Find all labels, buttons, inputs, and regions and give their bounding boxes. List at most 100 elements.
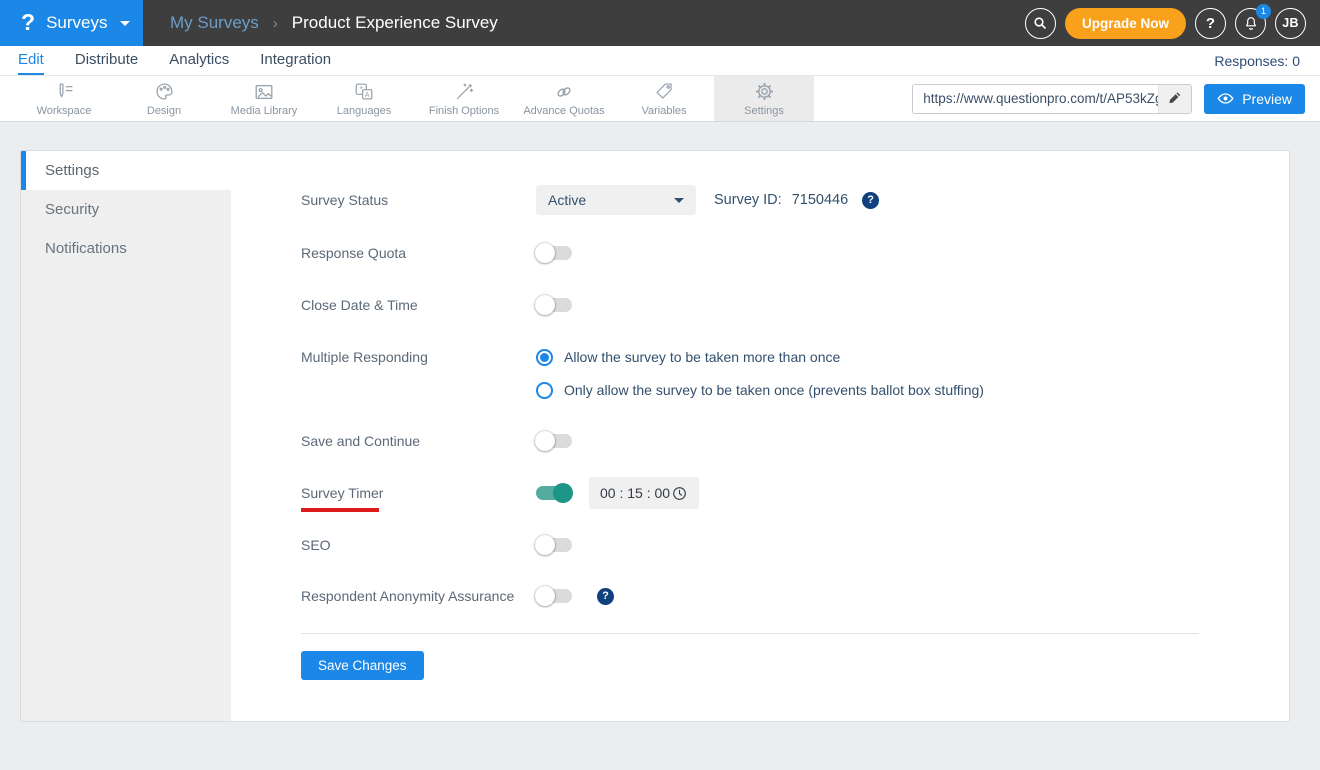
notification-badge: 1 <box>1256 3 1271 19</box>
response-quota-toggle[interactable] <box>535 243 572 263</box>
radio-selected-icon[interactable] <box>536 348 553 366</box>
respondent-anonymity-help-icon[interactable]: ? <box>597 587 614 605</box>
toggle-knob <box>535 243 555 263</box>
settings-content: Survey Status Active Survey ID: 7150446 … <box>231 151 1289 721</box>
toggle-knob <box>553 483 573 503</box>
survey-id-label: Survey ID: <box>714 192 782 208</box>
survey-timer-input[interactable]: 00 : 15 : 00 <box>589 477 699 509</box>
upgrade-now-button[interactable]: Upgrade Now <box>1064 7 1186 39</box>
survey-status-value: Active <box>548 192 587 208</box>
save-changes-button[interactable]: Save Changes <box>301 651 424 680</box>
survey-id-help-icon[interactable]: ? <box>862 191 880 209</box>
image-icon <box>253 81 275 103</box>
toolbar-item-design[interactable]: Design <box>114 76 214 121</box>
row-seo: SEO <box>301 530 572 560</box>
edit-url-button[interactable] <box>1158 84 1192 113</box>
survey-timer-toggle[interactable] <box>536 483 573 503</box>
seo-toggle[interactable] <box>535 535 572 555</box>
toolbar-item-advance-quotas[interactable]: Advance Quotas <box>514 76 614 121</box>
tab-edit[interactable]: Edit <box>18 46 44 75</box>
toolbar-item-workspace[interactable]: Workspace <box>14 76 114 121</box>
seo-label: SEO <box>301 537 331 553</box>
avatar[interactable]: JB <box>1275 7 1306 39</box>
sidebar-item-notifications[interactable]: Notifications <box>21 229 231 268</box>
tab-analytics[interactable]: Analytics <box>169 46 229 75</box>
workspace-icon <box>54 81 75 103</box>
toggle-knob <box>535 535 555 555</box>
clock-icon <box>671 485 688 502</box>
app-name: Surveys <box>46 13 108 32</box>
toolbar-item-settings[interactable]: Settings <box>714 76 814 121</box>
breadcrumb: My Surveys › Product Experience Survey <box>170 13 498 33</box>
settings-panel: Settings Security Notifications Survey S… <box>20 150 1290 722</box>
toolbar-right: Preview <box>912 76 1320 121</box>
survey-timer-value: 00 : 15 : 00 <box>600 485 671 501</box>
toolbar-item-languages[interactable]: * A Languages <box>314 76 414 121</box>
sidebar-item-settings[interactable]: Settings <box>21 151 231 190</box>
tag-icon <box>654 81 675 103</box>
survey-status-select[interactable]: Active <box>536 185 696 215</box>
close-date-time-label: Close Date & Time <box>301 297 418 313</box>
settings-sidebar: Settings Security Notifications <box>21 151 231 721</box>
toolbar-item-finish-options[interactable]: Finish Options <box>414 76 514 121</box>
svg-text:A: A <box>365 91 370 98</box>
survey-nav-tabs: Edit Distribute Analytics Integration Re… <box>0 46 1320 75</box>
gear-icon <box>754 81 775 103</box>
preview-button[interactable]: Preview <box>1204 83 1305 114</box>
multiple-responding-label: Multiple Responding <box>301 349 428 365</box>
survey-status-label: Survey Status <box>301 192 389 208</box>
survey-timer-label: Survey Timer <box>301 485 384 501</box>
tab-integration[interactable]: Integration <box>260 46 331 75</box>
row-response-quota: Response Quota <box>301 238 572 268</box>
questionpro-logo-icon: ? <box>21 8 36 35</box>
toggle-knob <box>535 295 555 315</box>
toggle-knob <box>535 431 555 451</box>
edit-toolbar: Workspace Design Media Library * A Langua… <box>0 75 1320 122</box>
help-button[interactable]: ? <box>1195 7 1226 39</box>
app-switcher[interactable]: ? Surveys <box>0 0 143 46</box>
respondent-anonymity-label: Respondent Anonymity Assurance <box>301 588 515 604</box>
close-date-time-toggle[interactable] <box>535 295 572 315</box>
survey-url-box <box>912 83 1193 114</box>
link-icon <box>553 81 575 103</box>
breadcrumb-current-survey: Product Experience Survey <box>291 13 498 32</box>
chevron-down-icon <box>674 197 684 203</box>
pencil-icon <box>1168 91 1182 106</box>
avatar-initials: JB <box>1282 16 1299 30</box>
responses-count: Responses: 0 <box>1214 52 1300 69</box>
survey-url-input[interactable] <box>913 84 1159 113</box>
topbar-actions: Upgrade Now ? 1 JB <box>1024 3 1320 39</box>
row-save-and-continue: Save and Continue <box>301 426 572 456</box>
response-quota-label: Response Quota <box>301 245 407 261</box>
row-survey-timer: Survey Timer 00 : 15 : 00 <box>301 477 699 509</box>
row-multiple-responding-option2: Only allow the survey to be taken once (… <box>536 375 984 405</box>
top-bar: ? Surveys My Surveys › Product Experienc… <box>0 0 1320 46</box>
tab-distribute[interactable]: Distribute <box>75 46 138 75</box>
search-icon <box>1032 15 1048 31</box>
save-and-continue-toggle[interactable] <box>535 431 572 451</box>
palette-icon <box>154 81 175 103</box>
toggle-knob <box>535 586 555 606</box>
radio-option-only-once[interactable]: Only allow the survey to be taken once (… <box>536 381 984 399</box>
row-survey-status: Survey Status Active Survey ID: 7150446 … <box>301 185 880 215</box>
toolbar-item-media-library[interactable]: Media Library <box>214 76 314 121</box>
eye-icon <box>1217 92 1234 105</box>
survey-id-value: 7150446 <box>791 192 849 208</box>
translate-icon: * A <box>353 81 375 103</box>
notifications-button[interactable]: 1 <box>1235 3 1271 39</box>
radio-option-allow-multiple[interactable]: Allow the survey to be taken more than o… <box>536 348 840 366</box>
bell-icon <box>1243 15 1259 31</box>
form-divider <box>301 633 1199 634</box>
radio-unselected-icon[interactable] <box>536 381 553 399</box>
row-close-date-time: Close Date & Time <box>301 290 572 320</box>
row-respondent-anonymity: Respondent Anonymity Assurance ? <box>301 581 614 611</box>
chevron-down-icon <box>120 20 131 26</box>
toolbar-item-variables[interactable]: Variables <box>614 76 714 121</box>
breadcrumb-separator: › <box>272 14 278 32</box>
survey-timer-red-annotation <box>301 508 379 512</box>
breadcrumb-my-surveys[interactable]: My Surveys <box>170 13 259 33</box>
sidebar-item-security[interactable]: Security <box>21 190 231 229</box>
magic-wand-icon <box>454 81 475 103</box>
respondent-anonymity-toggle[interactable] <box>535 586 572 606</box>
search-button[interactable] <box>1024 7 1056 39</box>
